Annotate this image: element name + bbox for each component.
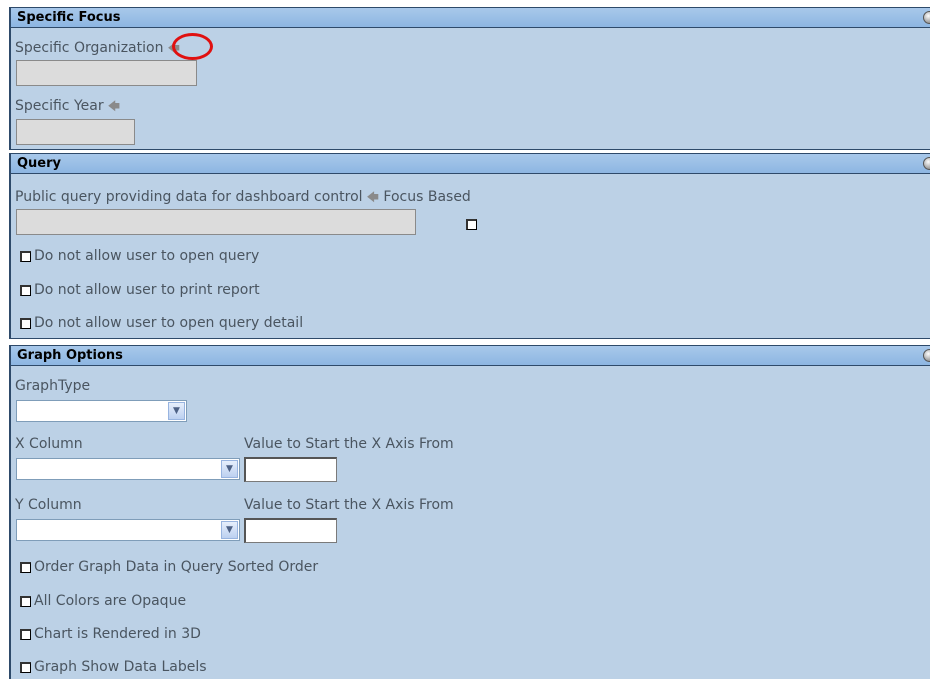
chevron-down-icon[interactable]: ▼	[221, 521, 238, 539]
public-query-label: Public query providing data for dashboar…	[15, 188, 471, 209]
specific-year-text: Specific Year	[15, 98, 104, 114]
checkbox-row[interactable]: Do not allow user to open query	[20, 248, 259, 264]
y-start-label: Value to Start the X Axis From	[244, 497, 454, 513]
checkbox-row[interactable]: Do not allow user to open query detail	[20, 315, 303, 331]
collapse-icon[interactable]	[923, 349, 930, 362]
arrow-left-icon: 🡄	[366, 190, 379, 204]
specific-organization-text: Specific Organization	[15, 40, 164, 56]
checkbox-row[interactable]: Chart is Rendered in 3D	[20, 626, 201, 642]
checkbox-row[interactable]: Do not allow user to print report	[20, 282, 260, 298]
public-query-field[interactable]	[16, 209, 416, 235]
specific-focus-header[interactable]: Specific Focus	[11, 8, 930, 28]
checkbox-label: Do not allow user to open query detail	[34, 315, 304, 331]
checkbox-label: Graph Show Data Labels	[34, 659, 207, 675]
graph-options-panel: Graph Options GraphType ▼ X Column Value…	[9, 345, 930, 679]
panel-title: Query	[17, 156, 62, 171]
arrow-left-icon: 🡄	[107, 99, 120, 113]
checkbox-label: Do not allow user to open query	[34, 248, 260, 264]
checkbox[interactable]	[20, 317, 31, 329]
graph-type-select[interactable]: ▼	[16, 400, 187, 422]
y-column-select[interactable]: ▼	[16, 519, 240, 541]
specific-organization-label: Specific Organization 🡄	[15, 39, 180, 60]
checkbox[interactable]	[20, 595, 31, 607]
chevron-down-icon[interactable]: ▼	[168, 402, 185, 420]
collapse-icon[interactable]	[923, 11, 930, 24]
specific-year-label: Specific Year 🡄	[15, 97, 120, 118]
collapse-icon[interactable]	[923, 157, 930, 170]
y-column-label: Y Column	[15, 497, 82, 513]
checkbox[interactable]	[20, 661, 31, 673]
x-start-input[interactable]	[244, 457, 337, 482]
checkbox[interactable]	[20, 561, 31, 573]
x-column-label: X Column	[15, 436, 83, 452]
public-query-text: Public query providing data for dashboar…	[15, 189, 363, 205]
checkbox-label: Order Graph Data in Query Sorted Order	[34, 559, 319, 575]
checkbox-label: Chart is Rendered in 3D	[34, 626, 201, 642]
focus-based-checkbox[interactable]	[466, 219, 477, 230]
graph-options-header[interactable]: Graph Options	[11, 346, 930, 366]
y-start-input[interactable]	[244, 518, 337, 543]
x-column-select[interactable]: ▼	[16, 458, 240, 480]
specific-organization-field[interactable]	[16, 60, 197, 86]
checkbox-label: All Colors are Opaque	[34, 593, 187, 609]
checkbox[interactable]	[20, 284, 31, 296]
x-start-label: Value to Start the X Axis From	[244, 436, 454, 452]
checkbox[interactable]	[20, 250, 31, 262]
checkbox-row[interactable]: Graph Show Data Labels	[20, 659, 207, 675]
checkbox[interactable]	[20, 628, 31, 640]
chevron-down-icon[interactable]: ▼	[221, 460, 238, 478]
checkbox-label: Do not allow user to print report	[34, 282, 260, 298]
query-panel: Query Public query providing data for da…	[9, 153, 930, 339]
checkbox-row[interactable]: All Colors are Opaque	[20, 593, 186, 609]
specific-focus-panel: Specific Focus Specific Organization 🡄 Sp…	[9, 7, 930, 150]
focus-based-label: Focus Based	[383, 189, 471, 205]
query-header[interactable]: Query	[11, 154, 930, 174]
specific-year-field[interactable]	[16, 119, 135, 145]
panel-title: Specific Focus	[17, 10, 121, 25]
graph-type-label: GraphType	[15, 378, 91, 394]
panel-title: Graph Options	[17, 348, 123, 363]
annotation-circle	[172, 33, 213, 60]
checkbox-row[interactable]: Order Graph Data in Query Sorted Order	[20, 559, 318, 575]
